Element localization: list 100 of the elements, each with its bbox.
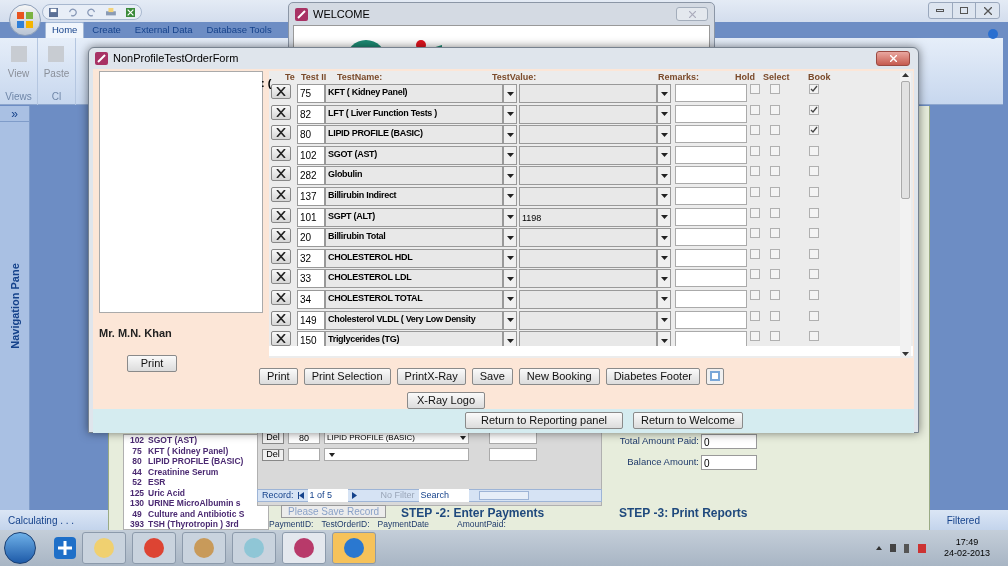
test-name[interactable]: KFT ( Kidney Panel) [148, 445, 229, 456]
taskbar-app-button[interactable] [282, 532, 326, 564]
test-name-field[interactable]: CHOLESTEROL TOTAL [325, 289, 503, 309]
delete-button[interactable] [271, 310, 291, 326]
checkbox[interactable] [750, 228, 760, 239]
form-button[interactable]: Print Selection [303, 367, 391, 385]
checkbox[interactable] [750, 145, 760, 156]
test-name-field[interactable]: KFT ( Kidney Panel) [325, 84, 503, 103]
spreadsheet-icon[interactable] [125, 6, 135, 18]
checkbox[interactable] [809, 269, 819, 280]
test-name[interactable]: Uric Acid [148, 487, 185, 498]
test-value-field[interactable] [519, 310, 657, 330]
checkbox[interactable] [750, 207, 760, 218]
checkbox[interactable] [750, 125, 760, 136]
print-icon[interactable] [106, 6, 116, 18]
amount-field[interactable]: 0 [701, 434, 757, 449]
x-ray-logo-button[interactable]: X-Ray Logo [407, 391, 485, 409]
test-id-field[interactable]: 137 [297, 186, 325, 206]
test-id-field[interactable]: 282 [297, 166, 325, 186]
delete-button[interactable] [271, 186, 291, 202]
remarks-field[interactable] [675, 166, 747, 185]
test-value-field[interactable] [519, 248, 657, 268]
remarks-field[interactable] [675, 207, 747, 226]
redo-icon[interactable] [87, 6, 97, 18]
checkbox[interactable] [770, 331, 780, 342]
test-name[interactable]: TSH (Thyrotropin ) 3rd [148, 519, 239, 530]
remarks-field[interactable] [675, 269, 747, 288]
test-name[interactable]: SGOT (AST) [148, 435, 198, 446]
checkbox[interactable] [770, 207, 780, 218]
remarks-field[interactable] [675, 186, 747, 205]
form-button[interactable]: Diabetes Footer [605, 367, 700, 385]
next-record-icon[interactable] [351, 492, 357, 499]
delete-button[interactable] [271, 228, 291, 244]
test-name-field[interactable]: Billirubin Total [325, 228, 503, 248]
test-name-field[interactable]: CHOLESTEROL LDL [325, 269, 503, 289]
navigation-button[interactable]: Return to Welcome [633, 412, 743, 429]
test-name-field[interactable]: Globulin [325, 166, 503, 186]
checkbox[interactable] [770, 166, 780, 177]
maximize-icon[interactable] [951, 3, 977, 18]
form-button[interactable]: Save [471, 367, 513, 385]
clock-date[interactable]: 24-02-2013 [943, 548, 990, 559]
remarks-field[interactable] [675, 125, 747, 144]
test-name[interactable]: ESR [148, 477, 166, 488]
checkbox[interactable] [809, 228, 819, 239]
checkbox[interactable] [809, 310, 819, 321]
taskbar-app-button[interactable] [182, 532, 226, 564]
checkbox[interactable] [809, 84, 819, 94]
test-name[interactable]: Creatinine Serum [148, 466, 219, 477]
checkbox[interactable] [750, 289, 760, 300]
form-button[interactable]: New Booking [518, 367, 600, 385]
test-name-field[interactable]: Triglycerides (TG) [325, 331, 503, 346]
print-button[interactable]: Print [127, 354, 177, 372]
checkbox[interactable] [750, 186, 760, 197]
taskbar-app-button[interactable] [332, 532, 376, 564]
test-id-field[interactable]: 102 [297, 145, 325, 165]
delete-button[interactable] [271, 331, 291, 346]
test-id-field[interactable]: 20 [297, 228, 325, 248]
test-id-field[interactable]: 34 [297, 289, 325, 309]
delete-button[interactable] [271, 104, 291, 120]
checkbox[interactable] [750, 331, 760, 342]
checkbox[interactable] [750, 84, 760, 94]
test-name[interactable]: URINE MicroAlbumin s [148, 498, 241, 509]
first-record-icon[interactable] [297, 492, 304, 499]
amount-field[interactable]: 0 [701, 455, 757, 470]
test-name-field[interactable]: Billirubin Indirect [325, 186, 503, 206]
checkbox[interactable] [809, 289, 819, 300]
horizontal-scrollbar[interactable] [478, 491, 529, 500]
remarks-field[interactable] [675, 145, 747, 164]
undo-icon[interactable] [68, 6, 78, 18]
expand-toggle[interactable]: » [0, 106, 29, 122]
checkbox[interactable] [750, 248, 760, 259]
report-icon-button[interactable] [705, 367, 724, 385]
remarks-field[interactable] [675, 84, 747, 102]
test-name-field[interactable]: LFT ( Liver Function Tests ) [325, 104, 503, 124]
test-value-field[interactable] [519, 269, 657, 289]
test-name-field[interactable]: Cholesterol VLDL ( Very Low Density [325, 310, 503, 330]
delete-button[interactable] [271, 289, 291, 305]
delete-button[interactable]: Del [262, 448, 284, 461]
checkbox[interactable] [809, 145, 819, 156]
test-id-field[interactable]: 101 [297, 207, 325, 227]
test-value-field[interactable] [519, 125, 657, 145]
remarks-field[interactable] [675, 248, 747, 267]
test-id-field[interactable]: 33 [297, 269, 325, 289]
delete-button[interactable] [271, 269, 291, 285]
remarks-field[interactable] [675, 228, 747, 247]
checkbox[interactable] [770, 248, 780, 259]
test-name-field[interactable] [324, 448, 469, 461]
close-button[interactable] [876, 51, 910, 66]
test-id-field[interactable]: 32 [297, 248, 325, 268]
help-icon[interactable] [988, 29, 998, 39]
checkbox[interactable] [770, 269, 780, 280]
delete-button[interactable] [271, 248, 291, 264]
remote-desktop-icon[interactable] [54, 537, 76, 559]
test-value-field[interactable] [519, 166, 657, 186]
checkbox[interactable] [750, 166, 760, 177]
delete-button[interactable] [271, 166, 291, 182]
navigation-button[interactable]: Return to Reporting panel [465, 412, 623, 429]
id-field[interactable] [288, 448, 320, 461]
checkbox[interactable] [809, 331, 819, 342]
checkbox[interactable] [750, 269, 760, 280]
